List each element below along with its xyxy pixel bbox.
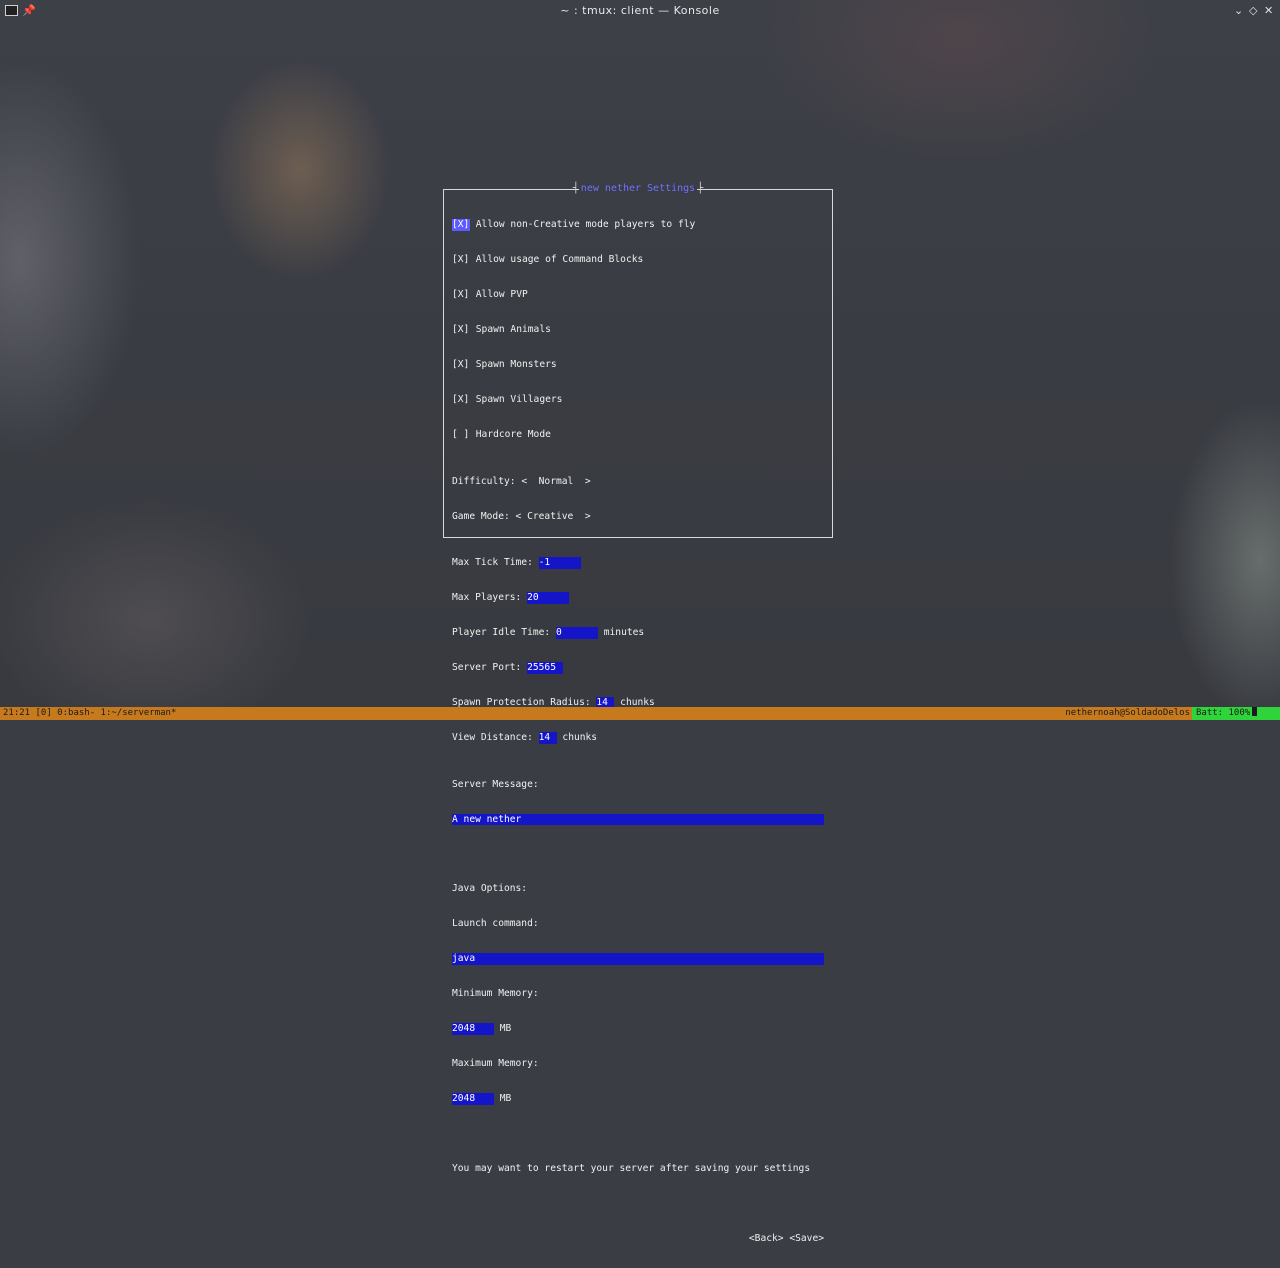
checkbox-allow-flight[interactable]: [X] Allow non-Creative mode players to f…	[452, 219, 824, 231]
java-options-heading: Java Options:	[452, 883, 528, 895]
player-idle-time-label: Player Idle Time:	[452, 627, 556, 639]
max-tick-time-label: Max Tick Time:	[452, 557, 539, 569]
game-mode-prev-arrow[interactable]: <	[516, 511, 522, 522]
server-message-label: Server Message:	[452, 778, 539, 790]
max-players-input[interactable]: 20	[527, 592, 570, 604]
min-memory-row: 2048 MB	[452, 1023, 824, 1035]
view-distance-input[interactable]: 14	[538, 731, 557, 744]
max-memory-row: 2048 MB	[452, 1093, 824, 1105]
chevron-down-icon[interactable]: ⌄	[1234, 4, 1243, 17]
checkbox-hardcore[interactable]: [ ] Hardcore Mode	[452, 429, 824, 441]
checkbox-command-blocks[interactable]: [X] Allow usage of Command Blocks	[452, 254, 824, 266]
launch-command-label: Launch command:	[452, 918, 539, 930]
close-icon[interactable]: ✕	[1264, 4, 1273, 17]
checkbox-mark[interactable]: [X]	[452, 324, 470, 336]
cursor-block	[1252, 707, 1258, 716]
dialog-title: ┤ new nether Settings ├	[572, 183, 704, 194]
max-memory-unit: MB	[494, 1093, 512, 1105]
difficulty-selector[interactable]: Difficulty: < Normal >	[452, 476, 824, 488]
player-idle-time-input[interactable]: 0	[555, 627, 598, 639]
checkbox-label: Allow non-Creative mode players to fly	[475, 219, 696, 231]
max-memory-input[interactable]: 2048	[452, 1093, 494, 1105]
back-button[interactable]: <Back>	[749, 1233, 784, 1244]
server-message-input[interactable]: A new nether	[452, 813, 824, 826]
tmux-host-label: nethernoah@SoldadoDelos	[1065, 708, 1190, 718]
window-title: ~ : tmux: client — Konsole	[560, 4, 720, 17]
checkbox-label: Allow usage of Command Blocks	[475, 254, 644, 266]
checkbox-mark[interactable]: [X]	[452, 394, 470, 406]
difficulty-value: Normal	[538, 475, 574, 487]
game-mode-label: Game Mode:	[452, 510, 516, 522]
battery-status: Batt: 100%	[1192, 707, 1280, 720]
difficulty-label: Difficulty:	[452, 475, 522, 487]
checkbox-label: Spawn Monsters	[475, 359, 557, 371]
max-memory-label: Maximum Memory:	[452, 1058, 539, 1070]
checkbox-mark[interactable]: [X]	[452, 359, 470, 371]
server-port-row: Server Port: 25565	[452, 662, 824, 674]
game-mode-next-arrow[interactable]: >	[585, 511, 591, 522]
difficulty-next-arrow[interactable]: >	[585, 476, 591, 487]
checkbox-spawn-villagers[interactable]: [X] Spawn Villagers	[452, 394, 824, 406]
settings-dialog: ┤ new nether Settings ├ [X] Allow non-Crea…	[443, 183, 833, 1244]
checkbox-label: Allow PVP	[475, 289, 528, 301]
tmux-status-bar: 21:21 [0] 0:bash- 1:~/serverman* nethern…	[0, 707, 1280, 720]
restart-notice: You may want to restart your server afte…	[452, 1163, 811, 1175]
max-players-label: Max Players:	[452, 592, 528, 604]
min-memory-label: Minimum Memory:	[452, 988, 539, 1000]
game-mode-selector[interactable]: Game Mode: < Creative >	[452, 511, 824, 523]
checkbox-mark[interactable]: [ ]	[452, 429, 470, 441]
checkbox-label: Spawn Animals	[475, 324, 551, 336]
checkbox-mark[interactable]: [X]	[452, 219, 470, 231]
checkbox-mark[interactable]: [X]	[452, 254, 470, 266]
view-distance-unit: chunks	[556, 731, 598, 743]
max-tick-time-row: Max Tick Time: -1	[452, 557, 824, 569]
min-memory-unit: MB	[494, 1023, 512, 1035]
checkbox-pvp[interactable]: [X] Allow PVP	[452, 289, 824, 301]
tmux-window-list[interactable]: 21:21 [0] 0:bash- 1:~/serverman*	[3, 707, 176, 720]
server-port-label: Server Port:	[452, 662, 528, 674]
player-idle-time-row: Player Idle Time: 0 minutes	[452, 627, 824, 639]
view-distance-row: View Distance: 14 chunks	[452, 731, 824, 744]
view-distance-label: View Distance:	[452, 731, 539, 743]
max-players-row: Max Players: 20	[452, 592, 824, 604]
game-mode-value: Creative	[527, 510, 574, 522]
checkbox-label: Hardcore Mode	[475, 429, 551, 441]
max-tick-time-input[interactable]: -1	[538, 557, 581, 569]
min-memory-input[interactable]: 2048	[452, 1023, 494, 1035]
checkbox-spawn-animals[interactable]: [X] Spawn Animals	[452, 324, 824, 336]
window-titlebar[interactable]: 📌 ~ : tmux: client — Konsole ⌄ ◇ ✕	[0, 0, 1280, 22]
battery-label: Batt: 100%	[1196, 708, 1251, 718]
server-port-input[interactable]: 25565	[527, 662, 564, 674]
player-idle-time-unit: minutes	[597, 627, 645, 639]
settings-form: [X] Allow non-Creative mode players to f…	[452, 196, 824, 1268]
checkbox-mark[interactable]: [X]	[452, 289, 470, 301]
save-button[interactable]: <Save>	[789, 1233, 824, 1244]
diamond-icon[interactable]: ◇	[1249, 4, 1257, 17]
dialog-buttons: <Back> <Save>	[452, 1233, 824, 1245]
launch-command-input[interactable]: java	[452, 953, 824, 965]
checkbox-label: Spawn Villagers	[475, 394, 563, 406]
difficulty-prev-arrow[interactable]: <	[521, 476, 527, 487]
checkbox-spawn-monsters[interactable]: [X] Spawn Monsters	[452, 359, 824, 371]
